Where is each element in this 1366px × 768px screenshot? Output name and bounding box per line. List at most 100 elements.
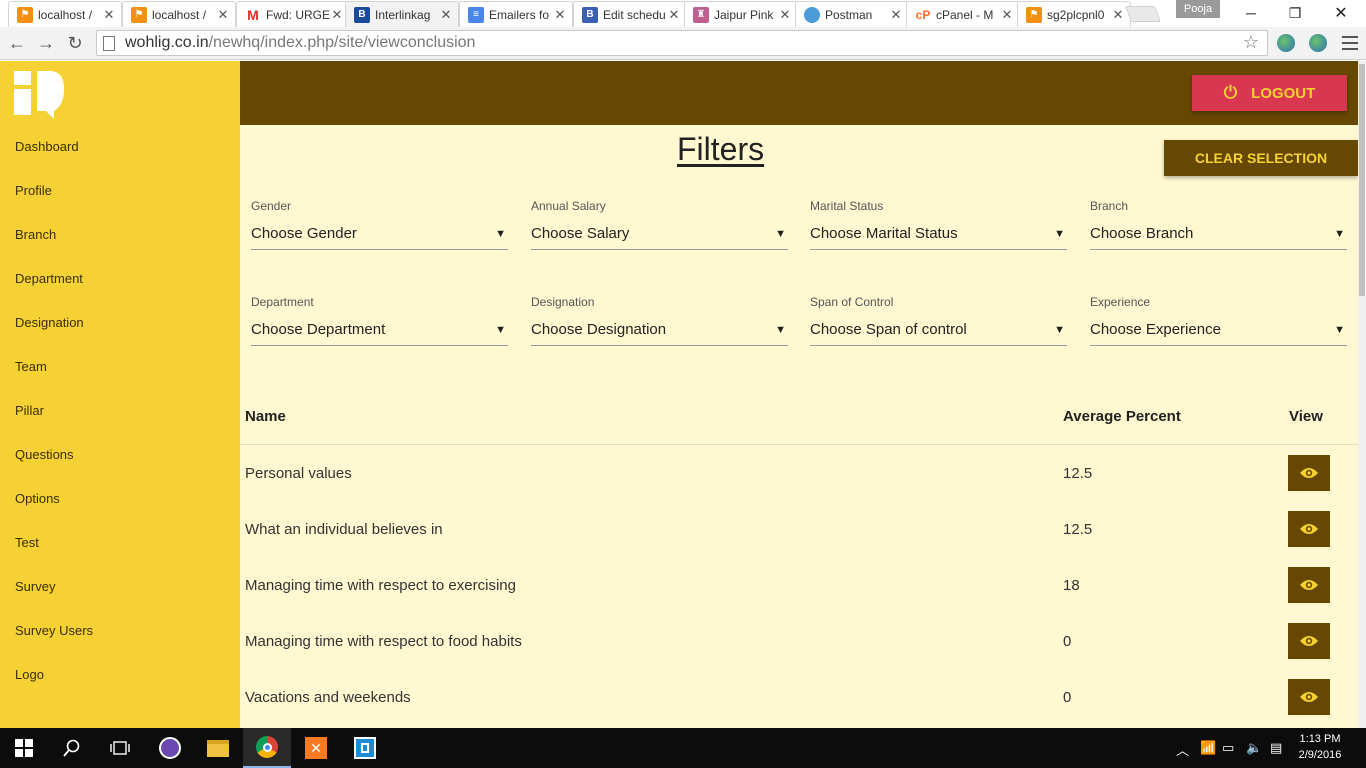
- store-app-icon[interactable]: [341, 728, 389, 768]
- tab-title: Emailers fo: [489, 7, 550, 22]
- address-bar[interactable]: wohlig.co.in/newhq/index.php/site/viewco…: [96, 30, 1268, 56]
- pma-icon: ⚑: [131, 6, 147, 23]
- close-tab-icon[interactable]: ✕: [554, 7, 566, 23]
- experience-select[interactable]: Choose Experience ▼: [1090, 320, 1347, 346]
- scrollbar-thumb[interactable]: [1359, 64, 1365, 296]
- close-window-icon[interactable]: ✕: [1318, 0, 1364, 26]
- task-view-icon[interactable]: [96, 728, 144, 768]
- select-value: Choose Salary: [531, 225, 630, 242]
- extension-globe-icon[interactable]: [1277, 34, 1295, 52]
- sidebar-item-survey[interactable]: Survey: [15, 579, 55, 594]
- browser-tab[interactable]: ⚑ sg2plcpnl0 ✕: [1017, 1, 1131, 27]
- table-row: What an individual believes in 12.5: [240, 501, 1358, 557]
- sidebar-item-pillar[interactable]: Pillar: [15, 403, 44, 418]
- close-tab-icon[interactable]: ✕: [668, 7, 680, 23]
- start-icon[interactable]: [0, 728, 48, 768]
- tab-title: sg2plcpnl0: [1047, 7, 1105, 22]
- marital-status-select[interactable]: Choose Marital Status ▼: [810, 224, 1067, 250]
- sidebar-item-questions[interactable]: Questions: [15, 447, 74, 462]
- show-hidden-icons-icon[interactable]: ︿: [1176, 740, 1189, 759]
- salary-select[interactable]: Choose Salary ▼: [531, 224, 788, 250]
- browser-tab[interactable]: ♜ Jaipur Pink ✕: [684, 1, 798, 27]
- back-icon[interactable]: ←: [5, 31, 29, 55]
- browser-tab[interactable]: ⚑ localhost / ✕: [122, 1, 236, 27]
- close-tab-icon[interactable]: ✕: [103, 7, 115, 23]
- close-tab-icon[interactable]: ✕: [1112, 7, 1124, 23]
- clear-selection-button[interactable]: CLEAR SELECTION: [1164, 140, 1358, 176]
- view-button[interactable]: [1288, 679, 1330, 715]
- xampp-icon[interactable]: ✕: [292, 728, 340, 768]
- browser-tab[interactable]: cP cPanel - M ✕: [906, 1, 1020, 27]
- sidebar-item-designation[interactable]: Designation: [15, 315, 84, 330]
- search-icon[interactable]: [48, 728, 96, 768]
- docs-icon: ≡: [468, 6, 484, 23]
- sidebar-item-logo[interactable]: Logo: [15, 667, 44, 682]
- sidebar-item-dashboard[interactable]: Dashboard: [15, 139, 79, 154]
- logout-button[interactable]: ⏻ LOGOUT: [1192, 75, 1347, 111]
- close-tab-icon[interactable]: ✕: [217, 7, 229, 23]
- filter-label: Department: [251, 295, 314, 309]
- battery-icon[interactable]: ▭: [1222, 740, 1234, 756]
- file-explorer-icon[interactable]: [194, 728, 242, 768]
- view-button[interactable]: [1288, 455, 1330, 491]
- sidebar-item-profile[interactable]: Profile: [15, 183, 52, 198]
- experience-filter: Experience Choose Experience ▼: [1090, 295, 1347, 346]
- taskbar-clock[interactable]: 1:13 PM 2/9/2016: [1290, 731, 1350, 763]
- table-row: Managing time with respect to food habit…: [240, 613, 1358, 669]
- view-button[interactable]: [1288, 623, 1330, 659]
- filter-label: Designation: [531, 295, 595, 309]
- designation-select[interactable]: Choose Designation ▼: [531, 320, 788, 346]
- row-name: Personal values: [245, 465, 352, 482]
- network-icon[interactable]: 📶: [1200, 740, 1216, 756]
- close-tab-icon[interactable]: ✕: [890, 7, 902, 23]
- chrome-icon[interactable]: [243, 728, 291, 768]
- row-name: Managing time with respect to exercising: [245, 577, 516, 594]
- restore-icon[interactable]: ❐: [1272, 0, 1318, 26]
- browser-tab[interactable]: Postman ✕: [795, 1, 909, 27]
- sidebar-item-options[interactable]: Options: [15, 491, 60, 506]
- close-tab-icon[interactable]: ✕: [1001, 7, 1013, 23]
- forward-icon[interactable]: →: [34, 31, 58, 55]
- branch-select[interactable]: Choose Branch ▼: [1090, 224, 1347, 250]
- sidebar-item-department[interactable]: Department: [15, 271, 83, 286]
- app-logo[interactable]: [14, 71, 64, 119]
- reload-icon[interactable]: ↻: [63, 31, 87, 55]
- department-select[interactable]: Choose Department ▼: [251, 320, 508, 346]
- select-value: Choose Marital Status: [810, 225, 958, 242]
- browser-tab-active[interactable]: B Interlinkag ✕: [345, 1, 459, 27]
- sidebar-item-branch[interactable]: Branch: [15, 227, 56, 242]
- close-tab-icon[interactable]: ✕: [779, 7, 791, 23]
- sidebar-item-survey-users[interactable]: Survey Users: [15, 623, 93, 638]
- span-of-control-select[interactable]: Choose Span of control ▼: [810, 320, 1067, 346]
- b-icon: B: [582, 6, 598, 23]
- volume-icon[interactable]: 🔈: [1246, 740, 1262, 756]
- view-button[interactable]: [1288, 511, 1330, 547]
- close-tab-icon[interactable]: ✕: [440, 7, 452, 23]
- minimize-icon[interactable]: ─: [1228, 0, 1274, 26]
- close-tab-icon[interactable]: ✕: [331, 7, 343, 23]
- column-header-average: Average Percent: [1063, 408, 1181, 425]
- browser-menu-icon[interactable]: [1342, 34, 1358, 52]
- windows-taskbar: ✕ ︿ 📶 ▭ 🔈 ▤ 1:13 PM 2/9/2016: [0, 728, 1366, 768]
- branch-filter: Branch Choose Branch ▼: [1090, 199, 1347, 250]
- gender-select[interactable]: Choose Gender ▼: [251, 224, 508, 250]
- profile-button[interactable]: Pooja: [1176, 0, 1220, 18]
- bookmark-star-icon[interactable]: ☆: [1243, 32, 1259, 53]
- b-icon: B: [354, 6, 370, 23]
- tab-title: Postman: [825, 7, 873, 22]
- browser-tab[interactable]: B Edit schedu ✕: [573, 1, 687, 27]
- sidebar-item-test[interactable]: Test: [15, 535, 39, 550]
- extension-globe-icon[interactable]: [1309, 34, 1327, 52]
- view-button[interactable]: [1288, 567, 1330, 603]
- power-icon: ⏻: [1223, 83, 1238, 102]
- cat-app-icon[interactable]: [146, 728, 194, 768]
- eye-icon: [1300, 692, 1318, 702]
- new-tab-button[interactable]: [1125, 6, 1161, 22]
- browser-tab[interactable]: ⚑ localhost / ✕: [8, 1, 122, 27]
- notifications-icon[interactable]: ▤: [1270, 740, 1282, 756]
- browser-tab[interactable]: ≡ Emailers fo ✕: [459, 1, 573, 27]
- dropdown-caret-icon: ▼: [495, 324, 506, 336]
- sidebar-item-team[interactable]: Team: [15, 359, 47, 374]
- filter-label: Span of Control: [810, 295, 894, 309]
- browser-tab[interactable]: M Fwd: URGE ✕: [236, 1, 350, 27]
